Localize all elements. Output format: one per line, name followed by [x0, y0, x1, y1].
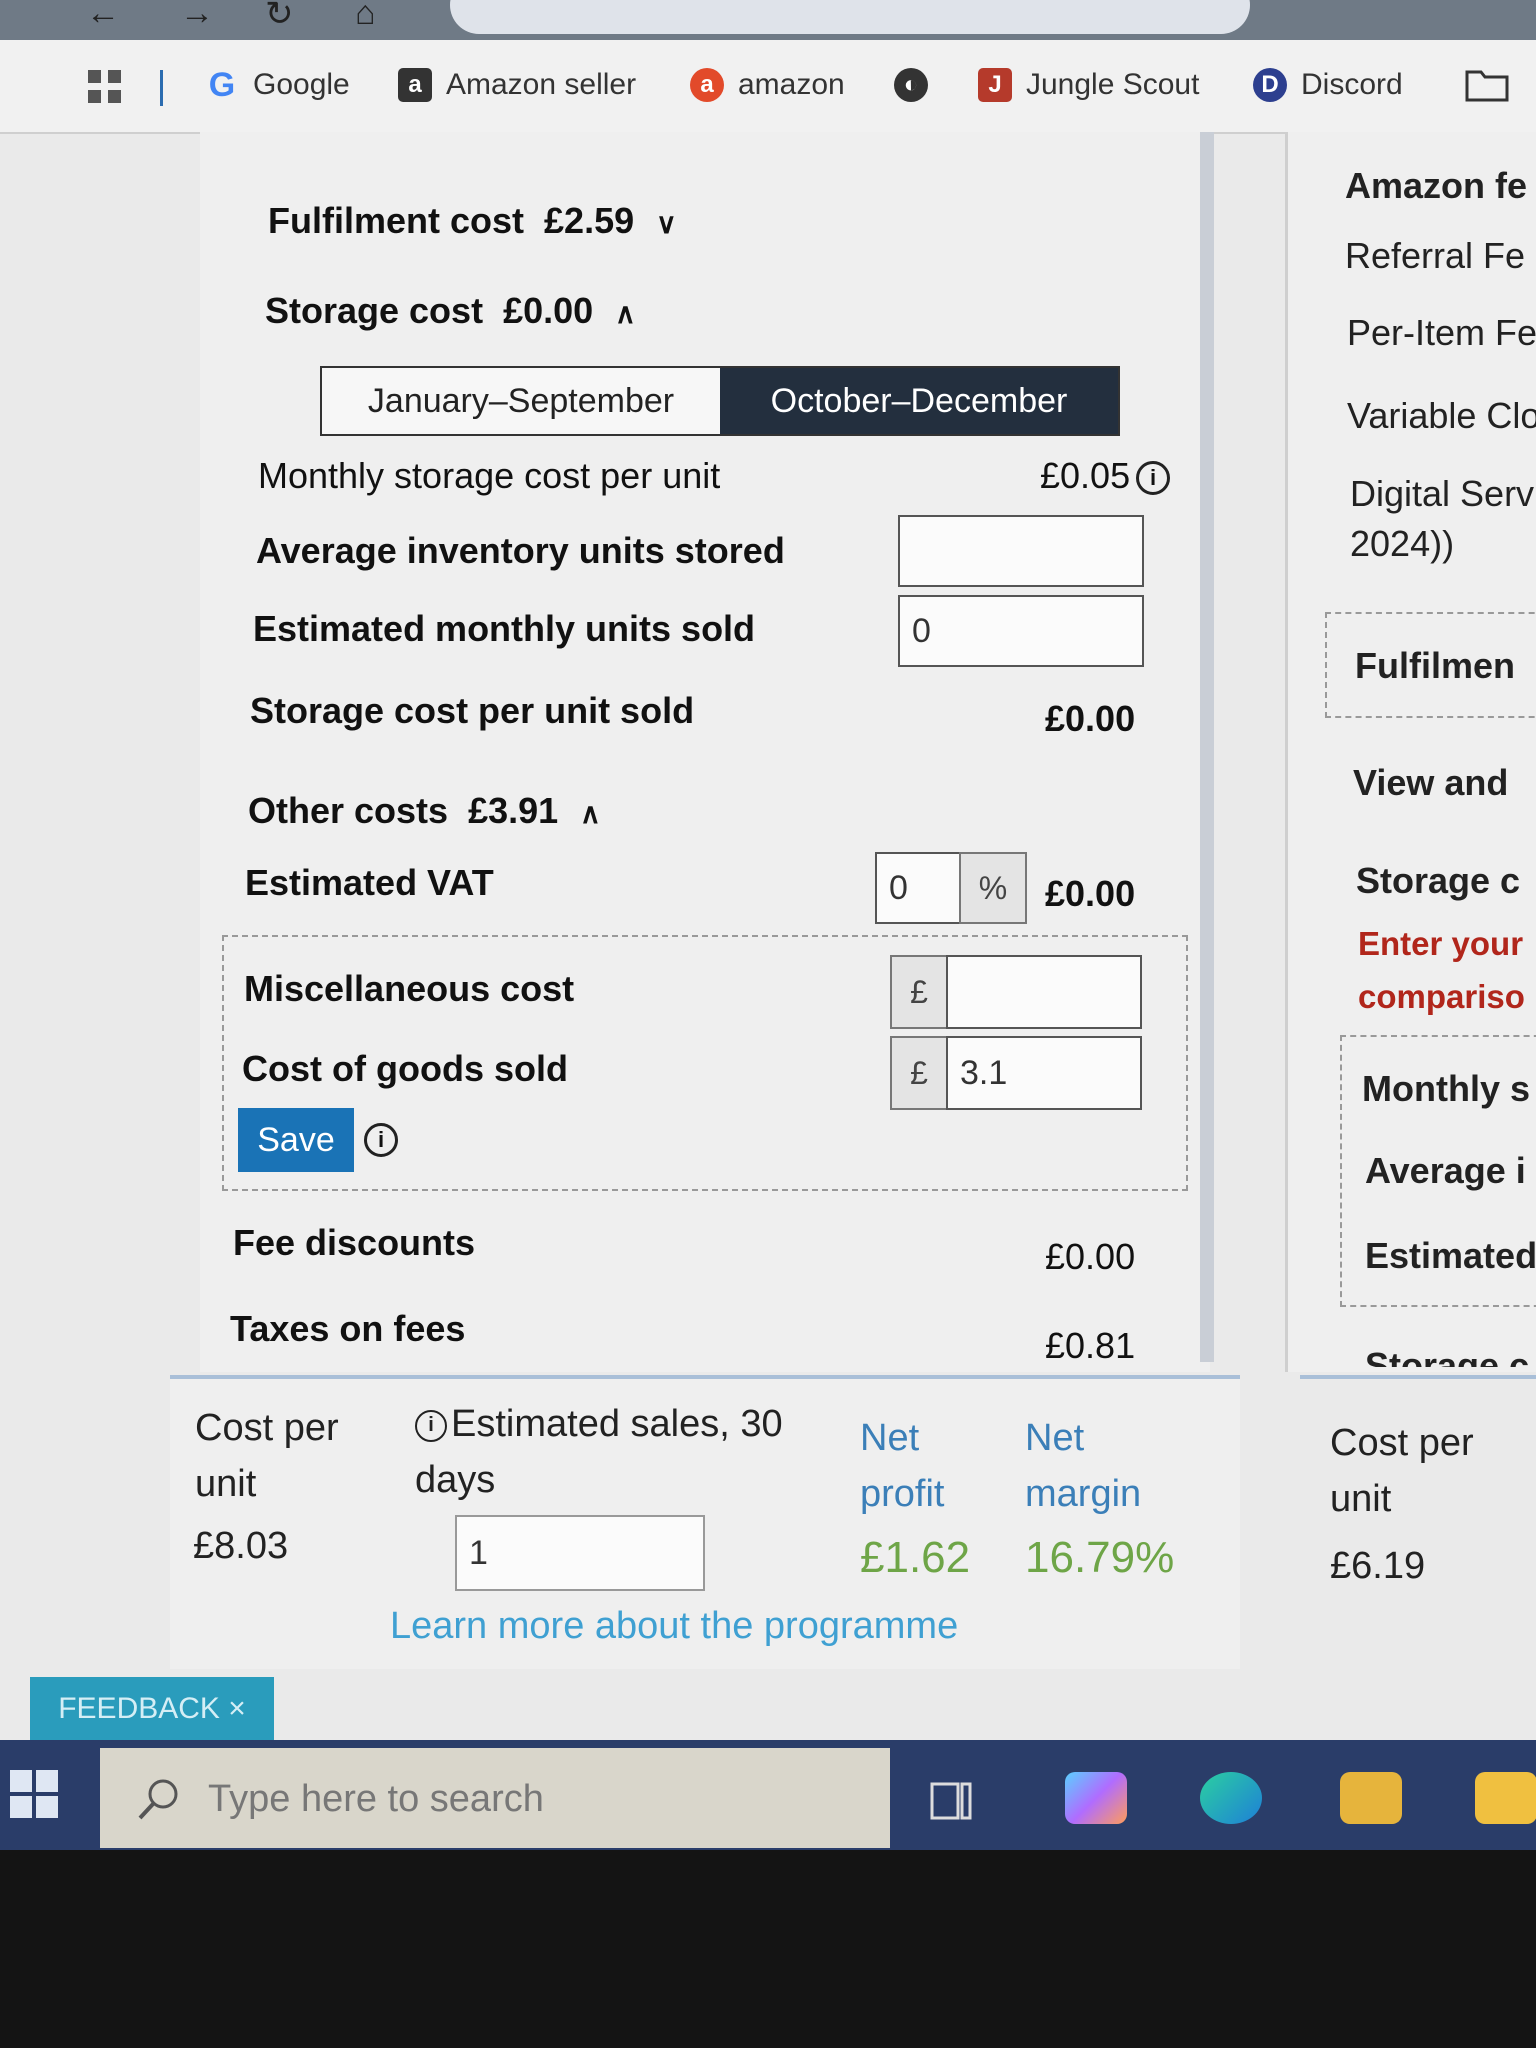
bookmarks-bar: G Google a Amazon seller a amazon ◐ J Ju… — [0, 40, 1536, 134]
bookmark-google[interactable]: G Google — [205, 68, 350, 102]
per-item-fee-label: Per-Item Fe — [1347, 312, 1536, 353]
view-and-link[interactable]: View and — [1353, 762, 1508, 804]
info-icon[interactable]: i — [364, 1123, 398, 1157]
currency-addon: £ — [890, 955, 948, 1029]
google-icon: G — [208, 66, 236, 104]
panel-divider — [1200, 132, 1214, 1362]
variable-closing-label: Variable Clo — [1347, 395, 1536, 436]
currency-addon: £ — [890, 1036, 948, 1110]
globe-icon: ◐ — [894, 68, 928, 102]
folder-icon — [1465, 70, 1509, 102]
fulfilment-label: Fulfilmen — [1355, 645, 1515, 686]
save-button[interactable]: Save — [238, 1108, 354, 1172]
copilot-icon[interactable] — [1065, 1772, 1127, 1824]
amazon-fees-heading: Amazon fe — [1345, 165, 1528, 206]
back-icon[interactable]: ← — [86, 0, 120, 33]
period-october-december[interactable]: October–December — [720, 368, 1118, 434]
info-icon[interactable]: i — [1136, 461, 1171, 496]
estimated-label: Estimated — [1365, 1235, 1536, 1276]
search-icon — [138, 1779, 178, 1820]
period-january-september[interactable]: January–September — [322, 368, 720, 434]
forward-icon[interactable]: → — [180, 0, 214, 33]
reload-icon[interactable]: ↻ — [265, 0, 294, 34]
digital-services-label: Digital Serv — [1350, 473, 1535, 514]
net-margin-label: Net margin — [1025, 1417, 1142, 1515]
bookmark-amazon[interactable]: a amazon — [690, 68, 845, 102]
bookmarks-divider — [160, 70, 163, 106]
address-bar[interactable] — [450, 0, 1250, 34]
average-inventory-label: Average i — [1365, 1150, 1526, 1191]
bookmark-globe[interactable]: ◐ — [894, 68, 928, 102]
bookmark-amazon-seller[interactable]: a Amazon seller — [398, 68, 636, 102]
apps-grid-icon[interactable] — [86, 68, 124, 106]
storage-per-unit-label: Storage cost per unit sold — [250, 690, 695, 731]
amazon-icon: a — [690, 68, 724, 102]
monthly-storage-label: Monthly storage cost per unit — [258, 455, 721, 496]
fee-discounts-value: £0.00 — [1045, 1236, 1136, 1277]
vat-value: £0.00 — [1045, 873, 1136, 914]
learn-more-link[interactable]: Learn more about the programme — [390, 1605, 958, 1648]
referral-fee-label: Referral Fe — [1345, 235, 1526, 276]
file-explorer-icon[interactable] — [1340, 1772, 1402, 1824]
storage-cost-cut-label: Storage c — [1365, 1345, 1530, 1367]
taskbar-search[interactable]: Type here to search — [100, 1748, 890, 1848]
monthly-storage-label: Monthly s — [1362, 1068, 1530, 1109]
feedback-button[interactable]: FEEDBACK × — [30, 1677, 274, 1741]
right-cost-per-unit-value: £6.19 — [1330, 1545, 1426, 1587]
monthly-storage-value: £0.05 i — [1040, 455, 1171, 497]
storage-cost-toggle[interactable]: Storage cost £0.00 ∧ — [265, 290, 636, 332]
bookmark-folder[interactable] — [1465, 68, 1509, 102]
store-icon[interactable] — [1475, 1772, 1536, 1824]
comparison-label: compariso — [1358, 978, 1525, 1015]
est-sales-label: i Estimated sales, 30 days — [415, 1403, 783, 1501]
est-monthly-sold-label: Estimated monthly units sold — [253, 608, 756, 649]
taxes-on-fees-label: Taxes on fees — [230, 1308, 466, 1349]
taskbar: Type here to search — [0, 1740, 1536, 1850]
est-monthly-sold-input[interactable]: 0 — [898, 595, 1144, 667]
vat-percent-input[interactable]: 0 — [875, 852, 961, 924]
info-icon[interactable]: i — [415, 1409, 447, 1442]
other-costs-toggle[interactable]: Other costs £3.91 ∧ — [248, 790, 601, 832]
storage-per-unit-value: £0.00 — [1045, 698, 1136, 739]
net-profit-label: Net profit — [860, 1417, 945, 1515]
windows-start-icon[interactable] — [10, 1770, 60, 1820]
discord-icon: D — [1253, 68, 1287, 102]
fee-discounts-label: Fee discounts — [233, 1222, 476, 1263]
cost-per-unit-value: £8.03 — [193, 1525, 289, 1567]
cogs-label: Cost of goods sold — [242, 1048, 568, 1089]
chevron-up-icon: ∧ — [615, 298, 636, 329]
storage-period-toggle: January–September October–December — [320, 366, 1120, 436]
avg-inventory-input[interactable] — [898, 515, 1144, 587]
home-icon[interactable]: ⌂ — [355, 0, 376, 33]
edge-icon[interactable] — [1200, 1772, 1262, 1824]
browser-toolbar: ← → ↻ ⌂ — [0, 0, 1536, 40]
net-margin-value: 16.79% — [1025, 1533, 1175, 1582]
avg-inventory-label: Average inventory units stored — [256, 530, 785, 571]
bookmark-discord[interactable]: D Discord — [1253, 68, 1403, 102]
bookmark-jungle-scout[interactable]: J Jungle Scout — [978, 68, 1199, 102]
percent-addon: % — [959, 852, 1027, 924]
cogs-input[interactable]: 3.1 — [946, 1036, 1142, 1110]
cost-per-unit-label: Cost per unit — [195, 1407, 339, 1505]
storage-cost-label: Storage c — [1356, 860, 1521, 901]
enter-your-label: Enter your — [1358, 925, 1524, 962]
right-cost-per-unit-label: Cost per unit — [1330, 1422, 1474, 1520]
chevron-down-icon: ∨ — [656, 208, 677, 239]
search-placeholder: Type here to search — [208, 1778, 544, 1820]
task-view-icon[interactable] — [930, 1780, 974, 1824]
net-profit-value: £1.62 — [860, 1533, 971, 1582]
misc-cost-input[interactable] — [946, 955, 1142, 1029]
chevron-up-icon: ∧ — [580, 798, 601, 829]
misc-cost-label: Miscellaneous cost — [244, 968, 575, 1009]
digital-services-label-line2: 2024)) — [1350, 523, 1455, 564]
taxes-on-fees-value: £0.81 — [1045, 1325, 1136, 1366]
vat-label: Estimated VAT — [245, 862, 494, 903]
est-sales-input[interactable]: 1 — [455, 1515, 705, 1591]
fulfilment-cost-toggle[interactable]: Fulfilment cost £2.59 ∨ — [268, 200, 677, 242]
jungle-scout-icon: J — [978, 68, 1012, 102]
screen: ← → ↻ ⌂ G Google a Amazon seller a amazo… — [0, 0, 1536, 1850]
summary-rule — [1300, 1375, 1536, 1379]
amazon-seller-icon: a — [398, 68, 432, 102]
